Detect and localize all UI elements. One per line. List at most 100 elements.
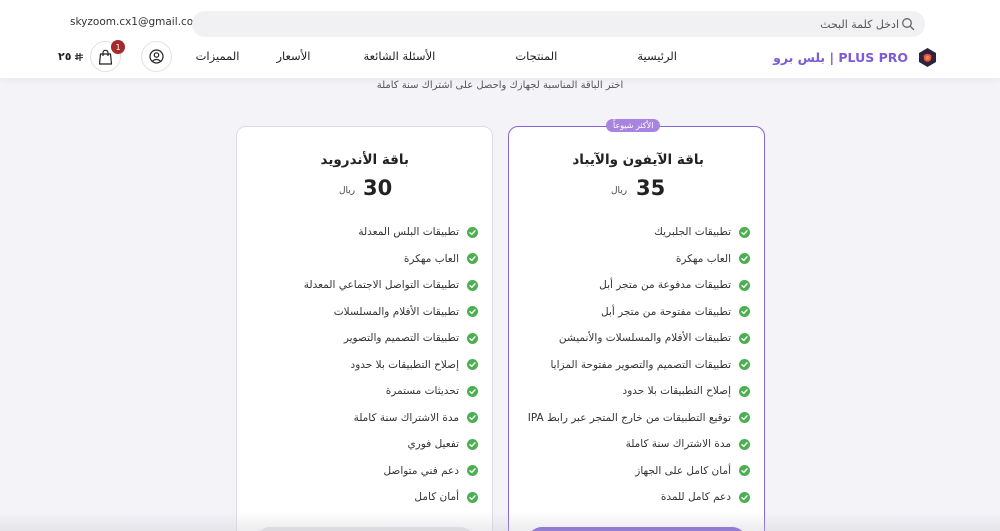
feature-text: تطبيقات مفتوحة من متجر أبل — [600, 305, 731, 318]
check-circle-icon — [467, 226, 478, 238]
feature-item: إصلاح التطبيقات بلا حدود — [528, 378, 750, 405]
feature-item: تحديثات مستمرة — [304, 378, 478, 405]
feature-item: مدة الاشتراك سنة كاملة — [304, 405, 478, 432]
feature-text: إصلاح التطبيقات بلا حدود — [622, 385, 731, 398]
site-header: skyzoom.cx1@gmail.com بلس برو | PLUS PRO… — [0, 0, 1000, 79]
check-circle-icon — [467, 279, 478, 291]
feature-text: تطبيقات التواصل الاجتماعي المعدلة — [303, 279, 459, 292]
check-circle-icon — [467, 359, 478, 371]
plan-title: باقة الآيفون والآيباد — [572, 152, 704, 168]
check-circle-icon — [739, 306, 750, 318]
feature-text: إصلاح التطبيقات بلا حدود — [350, 358, 459, 371]
feature-item: تطبيقات التصميم والتصوير مفتوحة المزايا — [528, 352, 750, 379]
user-circle-icon — [149, 49, 164, 64]
check-circle-icon — [739, 385, 750, 397]
nav-faq[interactable]: الأسئلة الشائعة — [363, 49, 435, 63]
feature-text: تحديثات مستمرة — [385, 385, 459, 398]
nav-prices[interactable]: الأسعار — [276, 49, 310, 63]
feature-item: توقيع التطبيقات من خارج المتجر عبر رابط … — [528, 405, 750, 432]
check-circle-icon — [739, 332, 750, 344]
feature-text: العاب مهكرة — [403, 252, 459, 265]
check-circle-icon — [467, 412, 478, 424]
cart-total: ٢٥ — [58, 50, 84, 63]
cart-count-badge: 1 — [111, 40, 125, 54]
check-circle-icon — [739, 279, 750, 291]
nav-features[interactable]: المميزات — [196, 49, 240, 63]
check-circle-icon — [467, 438, 478, 450]
pricing-subtitle: اختر الباقة المناسبة لجهازك واحصل على اش… — [376, 80, 624, 91]
check-circle-icon — [467, 306, 478, 318]
feature-item: تطبيقات الجلبريك — [528, 219, 750, 246]
account-button[interactable] — [141, 41, 172, 72]
feature-item: العاب مهكرة — [304, 246, 478, 273]
check-circle-icon — [467, 332, 478, 344]
feature-text: تطبيقات الأفلام والمسلسلات — [333, 305, 459, 318]
feature-item: تطبيقات مفتوحة من متجر أبل — [528, 299, 750, 326]
plan-currency: ريال — [339, 186, 356, 196]
feature-item: تطبيقات البلس المعدلة — [304, 219, 478, 246]
feature-list: تطبيقات البلس المعدلة العاب مهكرة تطبيقات … — [304, 219, 478, 511]
check-circle-icon — [739, 412, 750, 424]
feature-text: تطبيقات التصميم والتصوير مفتوحة المزايا — [550, 358, 731, 371]
plan-price: 35 — [636, 176, 666, 200]
check-circle-icon — [739, 438, 750, 450]
feature-text: تطبيقات التصميم والتصوير — [343, 332, 459, 345]
feature-text: تطبيقات البلس المعدلة — [358, 226, 459, 239]
feature-item: مدة الاشتراك سنة كاملة — [528, 431, 750, 458]
shopping-bag-icon — [98, 49, 113, 65]
feature-text: دعم فني متواصل — [383, 464, 459, 477]
popular-badge: الأكثر شيوعاً — [606, 119, 661, 132]
brand-name[interactable]: بلس برو | PLUS PRO — [773, 50, 908, 65]
feature-item: تطبيقات الأفلام والمسلسلات والأنميشن — [528, 325, 750, 352]
feature-item: دعم كامل للمدة — [528, 484, 750, 511]
feature-list: تطبيقات الجلبريك العاب مهكرة تطبيقات مدفوع… — [528, 219, 750, 511]
cart-total-value: ٢٥ — [58, 50, 72, 63]
feature-text: دعم كامل للمدة — [660, 491, 731, 504]
feature-item: أمان كامل — [304, 484, 478, 511]
cart-button[interactable]: 1 — [90, 40, 125, 72]
user-email: skyzoom.cx1@gmail.com — [70, 16, 204, 28]
feature-item: تطبيقات مدفوعة من متجر أبل — [528, 272, 750, 299]
feature-text: مدة الاشتراك سنة كاملة — [625, 438, 731, 451]
plan-currency: ريال — [611, 186, 628, 196]
plus-pro-logo[interactable] — [917, 47, 938, 68]
plan-title: باقة الأندرويد — [320, 152, 409, 168]
check-circle-icon — [739, 226, 750, 238]
check-circle-icon — [467, 491, 478, 503]
feature-item: تطبيقات التصميم والتصوير — [304, 325, 478, 352]
main-nav: الرئيسية المنتجات الأسئلة الشائعة الأسعا… — [196, 49, 677, 63]
feature-item: العاب مهكرة — [528, 246, 750, 273]
feature-text: أمان كامل على الجهاز — [635, 464, 731, 477]
feature-item: تفعيل فوري — [304, 431, 478, 458]
feature-text: تطبيقات الجلبريك — [654, 226, 731, 239]
feature-item: تطبيقات الأفلام والمسلسلات — [304, 299, 478, 326]
feature-text: تطبيقات مدفوعة من متجر أبل — [599, 279, 731, 292]
feature-text: توقيع التطبيقات من خارج المتجر عبر رابط … — [527, 411, 731, 424]
feature-text: أمان كامل — [414, 491, 459, 504]
feature-text: مدة الاشتراك سنة كاملة — [353, 411, 459, 424]
brand[interactable]: بلس برو | PLUS PRO — [773, 46, 938, 68]
plan-card-android: باقة الأندرويد 30 ريال تطبيقات البلس الم… — [236, 126, 493, 531]
feature-text: تفعيل فوري — [407, 438, 460, 451]
search-input[interactable] — [219, 11, 899, 37]
nav-products[interactable]: المنتجات — [515, 49, 557, 63]
search-icon[interactable] — [901, 17, 915, 31]
feature-item: أمان كامل على الجهاز — [528, 458, 750, 485]
check-circle-icon — [467, 253, 478, 265]
riyal-icon — [75, 52, 84, 61]
bottom-shade — [0, 512, 1000, 531]
feature-text: العاب مهكرة — [675, 252, 731, 265]
check-circle-icon — [739, 491, 750, 503]
feature-text: تطبيقات الأفلام والمسلسلات والأنميشن — [558, 332, 731, 345]
feature-item: دعم فني متواصل — [304, 458, 478, 485]
check-circle-icon — [739, 465, 750, 477]
check-circle-icon — [739, 359, 750, 371]
check-circle-icon — [739, 253, 750, 265]
check-circle-icon — [467, 385, 478, 397]
search-bar[interactable] — [192, 11, 925, 37]
feature-item: تطبيقات التواصل الاجتماعي المعدلة — [304, 272, 478, 299]
plan-card-iphone: الأكثر شيوعاً باقة الآيفون والآيباد 35 ر… — [508, 119, 765, 531]
feature-item: إصلاح التطبيقات بلا حدود — [304, 352, 478, 379]
check-circle-icon — [467, 465, 478, 477]
nav-home[interactable]: الرئيسية — [637, 49, 677, 63]
